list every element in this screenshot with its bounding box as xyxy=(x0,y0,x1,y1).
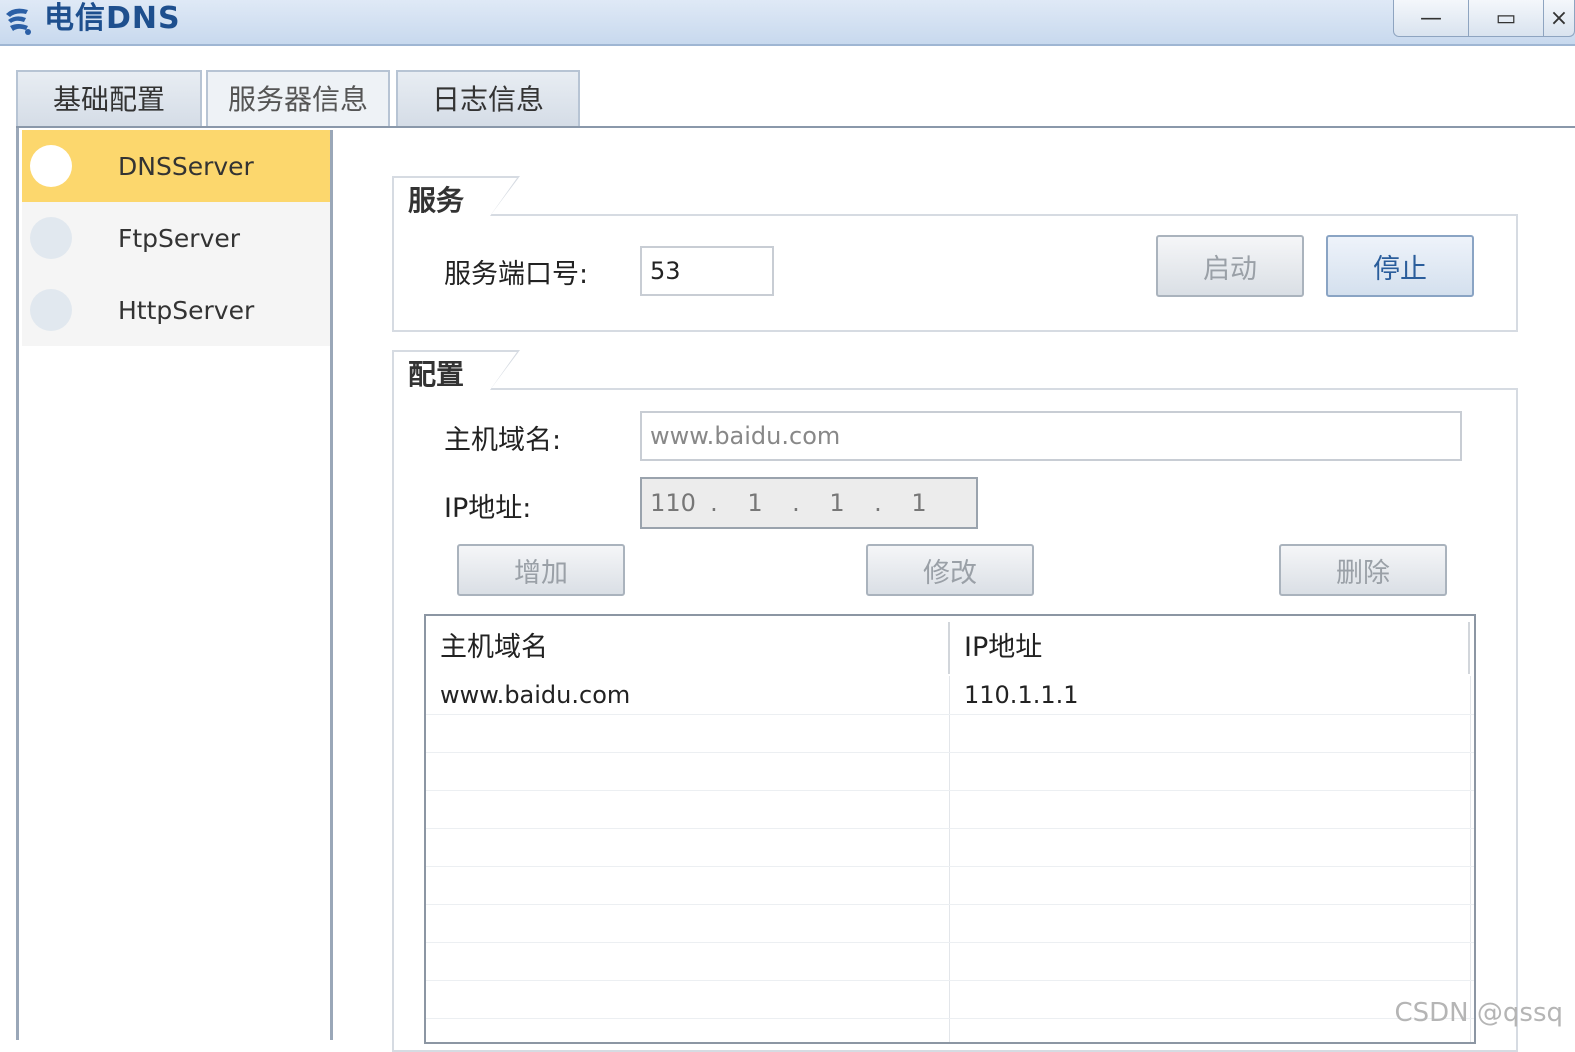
add-button[interactable]: 增加 xyxy=(457,544,625,596)
watermark: CSDN @qssq xyxy=(1394,998,1564,1028)
tab-basic-config[interactable]: 基础配置 xyxy=(16,70,202,128)
maximize-icon: ▭ xyxy=(1495,5,1517,31)
ip-octet-4[interactable]: 1 xyxy=(888,489,950,517)
minimize-button[interactable]: — xyxy=(1394,0,1468,36)
ip-octet-3[interactable]: 1 xyxy=(806,489,868,517)
column-header-ip[interactable]: IP地址 xyxy=(950,616,1468,676)
port-input[interactable]: 53 xyxy=(640,246,774,296)
table-row[interactable]: www.baidu.com 110.1.1.1 xyxy=(426,676,1474,715)
ip-separator: . xyxy=(710,489,718,517)
ip-separator: . xyxy=(792,489,800,517)
ip-address-input[interactable]: 110 . 1 . 1 . 1 xyxy=(640,477,978,529)
modify-button[interactable]: 修改 xyxy=(866,544,1034,596)
server-status-icon xyxy=(30,145,72,187)
tab-bar: 基础配置 服务器信息 日志信息 xyxy=(16,70,1575,128)
ip-octet-1[interactable]: 110 xyxy=(642,489,704,517)
delete-button[interactable]: 删除 xyxy=(1279,544,1447,596)
ip-label: IP地址: xyxy=(444,493,532,524)
host-label: 主机域名: xyxy=(444,425,562,456)
config-group-title: 配置 xyxy=(392,350,520,392)
column-header-host[interactable]: 主机域名 xyxy=(426,616,948,676)
close-icon: × xyxy=(1549,5,1569,31)
table-row-empty[interactable] xyxy=(426,790,1474,829)
app-logo-icon xyxy=(6,8,31,35)
window-controls: — ▭ × xyxy=(1393,0,1575,37)
sidebar-item-dnsserver[interactable]: DNSServer xyxy=(22,130,330,202)
close-button[interactable]: × xyxy=(1543,0,1574,36)
table-row-empty[interactable] xyxy=(426,828,1474,867)
sidebar-item-ftpserver[interactable]: FtpServer xyxy=(22,202,330,274)
maximize-button[interactable]: ▭ xyxy=(1468,0,1543,36)
column-divider xyxy=(1468,622,1470,674)
frame-border xyxy=(16,128,19,1040)
server-status-icon xyxy=(30,289,72,331)
dns-records-table: 主机域名 IP地址 www.baidu.com 110.1.1.1 xyxy=(424,614,1476,1044)
window-title: 电信DNS xyxy=(44,1,181,36)
ip-octet-2[interactable]: 1 xyxy=(724,489,786,517)
server-status-icon xyxy=(30,217,72,259)
service-group-title: 服务 xyxy=(392,176,520,218)
table-row-empty[interactable] xyxy=(426,942,1474,981)
server-sidebar: DNSServer FtpServer HttpServer xyxy=(22,130,333,1040)
sidebar-item-httpserver[interactable]: HttpServer xyxy=(22,274,330,346)
table-row-empty[interactable] xyxy=(426,904,1474,943)
minimize-icon: — xyxy=(1420,5,1442,31)
table-header: 主机域名 IP地址 xyxy=(426,616,1474,676)
table-row-empty[interactable] xyxy=(426,866,1474,905)
ip-separator: . xyxy=(874,489,882,517)
sidebar-item-label: FtpServer xyxy=(118,223,241,253)
tab-log-info[interactable]: 日志信息 xyxy=(396,70,580,128)
table-row-empty[interactable] xyxy=(426,714,1474,753)
start-button[interactable]: 启动 xyxy=(1156,235,1304,297)
stop-button[interactable]: 停止 xyxy=(1326,235,1474,297)
sidebar-item-label: HttpServer xyxy=(118,295,255,325)
cell-host: www.baidu.com xyxy=(440,681,631,709)
port-label: 服务端口号: xyxy=(444,259,589,290)
sidebar-item-label: DNSServer xyxy=(118,151,254,181)
tab-server-info[interactable]: 服务器信息 xyxy=(206,70,390,128)
table-row-empty[interactable] xyxy=(426,752,1474,791)
host-input[interactable]: www.baidu.com xyxy=(640,411,1462,461)
title-bar: 电信DNS — ▭ × xyxy=(0,0,1575,46)
cell-ip: 110.1.1.1 xyxy=(964,681,1079,709)
table-row-empty[interactable] xyxy=(426,980,1474,1019)
